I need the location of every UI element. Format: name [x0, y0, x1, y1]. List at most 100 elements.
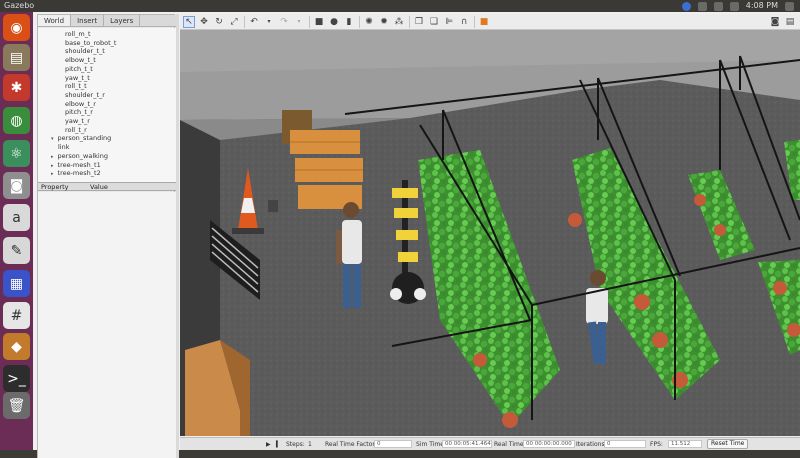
volume-icon[interactable] — [729, 2, 739, 11]
undo-dropdown-icon[interactable]: ▾ — [263, 16, 275, 28]
launcher-sidebar: ◉ ▤ ✱ ◍ ⚛ ◙ a ✎ ▦ # ◆ >_ 🗑 — [0, 12, 33, 450]
atom-icon[interactable]: ⚛ — [3, 140, 30, 167]
step-icon[interactable]: ▍ — [276, 440, 281, 449]
tree-item-label: base_to_robot_t — [65, 38, 117, 47]
tree-item[interactable]: yaw_t_t — [65, 74, 90, 82]
rtf-field: 0 — [374, 440, 412, 448]
left-panel: World Insert Layers roll_m_t base_to_robo… — [37, 14, 176, 458]
terminal-icon[interactable]: >_ — [3, 365, 30, 392]
property-list — [38, 192, 176, 458]
tree-item-label: pitch_t_r — [65, 108, 93, 117]
scale-mode-icon[interactable]: ⤢ — [228, 16, 240, 28]
tree-item[interactable]: yaw_t_r — [65, 117, 90, 125]
tree-item[interactable]: base_to_robot_t — [65, 39, 116, 47]
tree-item[interactable]: shoulder_t_t — [65, 47, 105, 55]
fps-field: 11.512 — [668, 440, 702, 448]
trash-icon[interactable]: 🗑 — [3, 392, 30, 419]
tree-item-label: pitch_t_t — [65, 64, 93, 73]
collapsed-arrow-icon[interactable]: ▸ — [51, 171, 54, 177]
tree-item[interactable]: ▸ tree-mesh_t1 — [51, 161, 101, 170]
tree-item[interactable]: elbow_t_t — [65, 56, 96, 64]
value-column-header: Value — [90, 183, 108, 191]
gazebo-icon[interactable]: ◆ — [3, 333, 30, 360]
gazebo-window: World Insert Layers roll_m_t base_to_robo… — [33, 12, 800, 458]
scene-render — [180, 30, 800, 436]
sphere-shape-icon[interactable]: ● — [328, 16, 340, 28]
redo-dropdown-icon[interactable]: ▾ — [293, 16, 305, 28]
window-title: Gazebo — [4, 1, 35, 10]
tree-item-label: person_walking — [57, 151, 108, 160]
spot-light-icon[interactable]: ✹ — [378, 16, 390, 28]
tree-item[interactable]: roll_t_r — [65, 126, 87, 134]
redo-icon[interactable]: ↷ — [278, 16, 290, 28]
clock-text[interactable]: 4:08 PM — [746, 0, 778, 12]
steps-label: Steps: — [286, 441, 305, 448]
tree-item[interactable]: pitch_t_r — [65, 108, 93, 116]
tree-item[interactable]: link — [58, 143, 70, 151]
expanded-arrow-icon[interactable]: ▾ — [51, 136, 54, 142]
box-shape-icon[interactable]: ■ — [313, 16, 325, 28]
tree-item-label: shoulder_t_t — [65, 47, 105, 56]
tree-item-label: elbow_t_r — [65, 99, 96, 108]
screenshot-icon[interactable]: ◙ — [769, 16, 781, 28]
play-pause-icon[interactable]: ▶ — [266, 440, 271, 449]
tree-item-label: tree-mesh_t2 — [57, 169, 101, 178]
tree-item[interactable]: ▸ person_walking — [51, 152, 108, 161]
change-view-icon[interactable]: ■ — [478, 16, 490, 28]
reset-time-button[interactable]: Reset Time — [707, 439, 749, 449]
tree-item-label: link — [58, 143, 70, 152]
dropbox-icon[interactable] — [681, 2, 691, 11]
snap-icon[interactable]: ∩ — [458, 16, 470, 28]
system-top-bar: Gazebo 4:08 PM — [0, 0, 800, 12]
gear-icon[interactable] — [785, 2, 794, 11]
record-icon[interactable]: ▤ — [784, 16, 796, 28]
chrome-icon[interactable]: ◍ — [3, 107, 30, 134]
tree-item-label: elbow_t_t — [65, 56, 96, 65]
wooden-crate — [185, 340, 250, 436]
wifi-icon[interactable] — [697, 2, 707, 11]
copy-icon[interactable]: ❐ — [413, 16, 425, 28]
tab-layers[interactable]: Layers — [104, 15, 141, 26]
toolbar-separator — [409, 15, 410, 28]
rotate-mode-icon[interactable]: ↻ — [213, 16, 225, 28]
translate-mode-icon[interactable]: ✥ — [198, 16, 210, 28]
paste-icon[interactable]: ❏ — [428, 16, 440, 28]
directional-light-icon[interactable]: ⁂ — [393, 16, 405, 28]
collapsed-arrow-icon[interactable]: ▸ — [51, 154, 54, 160]
tree-item-label: roll_t_r — [65, 125, 87, 134]
tree-item[interactable]: roll_t_t — [65, 82, 87, 90]
tree-item[interactable]: shoulder_t_r — [65, 91, 105, 99]
iterations-label: Iterations: — [576, 441, 607, 448]
tree-item-label: person_standing — [57, 134, 112, 143]
select-mode-icon[interactable]: ↖ — [183, 15, 195, 28]
amazon-icon[interactable]: a — [3, 204, 30, 231]
calculator-icon[interactable]: ▦ — [3, 270, 30, 297]
tree-item[interactable]: ▸ tree-mesh_t2 — [51, 169, 101, 178]
tree-item[interactable]: roll_m_t — [65, 30, 91, 38]
collapsed-arrow-icon[interactable]: ▸ — [51, 163, 54, 169]
tab-insert[interactable]: Insert — [71, 15, 105, 26]
text-editor-icon[interactable]: ✎ — [3, 237, 30, 264]
align-icon[interactable]: ⊫ — [443, 16, 455, 28]
tree-item-label: yaw_t_r — [65, 117, 90, 125]
slack-icon[interactable]: # — [3, 302, 30, 329]
cylinder-shape-icon[interactable]: ▮ — [343, 16, 355, 28]
scene-viewport[interactable] — [180, 30, 800, 436]
ubuntu-icon[interactable]: ◉ — [3, 14, 30, 41]
tab-world[interactable]: World — [38, 15, 72, 26]
mail-icon[interactable] — [713, 2, 723, 11]
world-tree: roll_m_t base_to_robot_t shoulder_t_t elbow… — [38, 28, 176, 182]
steps-value[interactable]: 1 — [308, 440, 312, 449]
point-light-icon[interactable]: ✺ — [363, 16, 375, 28]
undo-icon[interactable]: ↶ — [248, 16, 260, 28]
files-icon[interactable]: ▤ — [3, 44, 30, 71]
tree-item-label: shoulder_t_r — [65, 90, 105, 99]
tree-item[interactable]: pitch_t_t — [65, 65, 93, 73]
property-header: Property Value — [38, 182, 176, 191]
tree-item[interactable]: elbow_t_r — [65, 100, 96, 108]
tree-item[interactable]: ▾ person_standing — [51, 134, 111, 143]
panel-splitter[interactable] — [176, 14, 179, 458]
camera-icon[interactable]: ◙ — [3, 172, 30, 199]
system-settings-icon[interactable]: ✱ — [3, 74, 30, 101]
sim-status-bar: ▶ ▍ Steps: 1 Real Time Factor: 0 Sim Tim… — [180, 437, 800, 450]
